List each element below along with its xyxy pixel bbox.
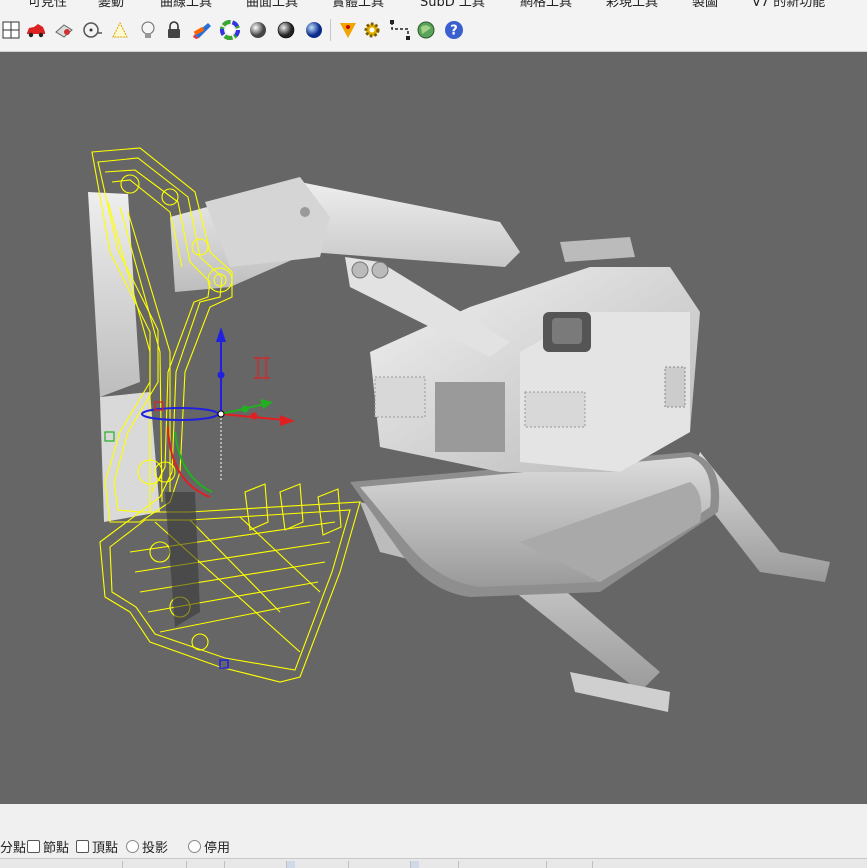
osnap-bar: 分點 節點 頂點 投影 停用 [0, 804, 867, 858]
osnap-disable[interactable]: 停用 [188, 837, 230, 856]
pin-icon[interactable] [336, 18, 360, 42]
checkbox-vertex[interactable] [76, 840, 89, 853]
tab-mesh-tools[interactable]: 網格工具 [520, 0, 572, 10]
osnap-division-point[interactable]: 分點 [0, 837, 26, 856]
light-icon[interactable] [108, 18, 132, 42]
perspective-viewport[interactable] [0, 52, 867, 804]
svg-text:?: ? [450, 24, 458, 39]
checkbox-knot[interactable] [27, 840, 40, 853]
boom-arm [170, 177, 520, 357]
scene-render [88, 147, 830, 712]
osnap-label: 節點 [43, 841, 70, 856]
radio-project[interactable] [126, 840, 139, 853]
viewport-layout-icon[interactable] [0, 18, 24, 42]
osnap-knot[interactable]: 節點 [27, 837, 69, 856]
car-icon[interactable] [24, 18, 48, 42]
osnap-label: 頂點 [92, 841, 119, 856]
tab-curve-tools[interactable]: 曲線工具 [160, 0, 212, 10]
camera-render-icon[interactable] [52, 18, 76, 42]
sphere-icon[interactable] [246, 18, 270, 42]
osnap-project[interactable]: 投影 [126, 837, 168, 856]
tab-subd-tools[interactable]: SubD 工具 [420, 0, 485, 10]
dimension-icon[interactable] [388, 18, 412, 42]
globe-icon[interactable] [414, 18, 438, 42]
sphere-blue-icon[interactable] [302, 18, 326, 42]
radio-disable[interactable] [188, 840, 201, 853]
sphere-shaded-icon[interactable] [274, 18, 298, 42]
gear-icon[interactable] [360, 18, 384, 42]
excavator-body [370, 237, 700, 472]
osnap-label: 分點 [0, 841, 27, 856]
crawler-tracks [350, 452, 720, 597]
tab-visibility[interactable]: 可見性 [28, 0, 67, 10]
help-icon[interactable]: ? [442, 18, 466, 42]
color-wheel-icon[interactable] [218, 18, 242, 42]
bulb-icon[interactable] [136, 18, 160, 42]
osnap-label: 投影 [142, 841, 169, 856]
osnap-vertex[interactable]: 頂點 [76, 837, 118, 856]
stick-arm [88, 192, 160, 522]
material-icon[interactable] [190, 18, 214, 42]
tab-transform[interactable]: 變動 [98, 0, 124, 10]
tab-render-tools[interactable]: 彩現工具 [606, 0, 658, 10]
rotate-view-icon[interactable] [80, 18, 104, 42]
lock-icon[interactable] [162, 18, 186, 42]
tab-v7-new[interactable]: V7 的新功能 [752, 0, 825, 10]
osnap-label: 停用 [204, 841, 231, 856]
tab-solid-tools[interactable]: 實體工具 [332, 0, 384, 10]
toolbar: ? [0, 11, 867, 52]
tab-surface-tools[interactable]: 曲面工具 [246, 0, 298, 10]
ribbon-tab-strip: 可見性 變動 曲線工具 曲面工具 實體工具 SubD 工具 網格工具 彩現工具 … [0, 0, 867, 11]
tab-drafting[interactable]: 製圖 [692, 0, 718, 10]
